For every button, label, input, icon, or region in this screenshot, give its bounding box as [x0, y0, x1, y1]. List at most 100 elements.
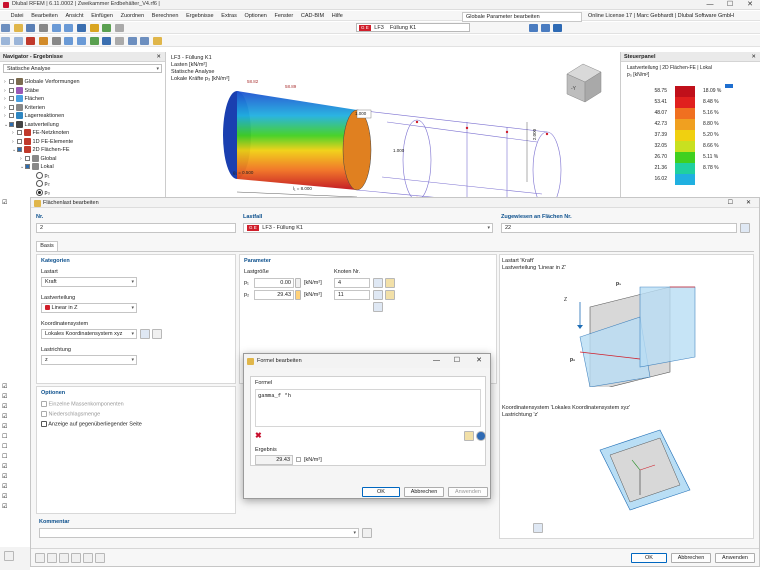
assigned-surfaces-field[interactable]: 22 [501, 223, 737, 233]
close-icon[interactable]: ✕ [751, 52, 756, 62]
option-opposite-side[interactable]: Anzeige auf gegenüberliegender Seite [41, 421, 142, 427]
tree-item-staebe[interactable]: › Stäbe [4, 86, 39, 95]
close-icon[interactable]: ✕ [746, 198, 751, 208]
strip-checkbox[interactable]: ☑ [2, 413, 7, 420]
preview-settings-icon[interactable] [533, 523, 543, 533]
new-coordinate-system-icon[interactable] [140, 329, 150, 339]
menu-extras[interactable]: Extras [218, 11, 240, 21]
tree-item-p3[interactable]: p₃ [36, 188, 50, 197]
save-icon[interactable] [26, 24, 36, 32]
node1-info-icon[interactable] [385, 278, 395, 288]
load-distribution-select[interactable]: Linear in Z ▾ [41, 303, 137, 313]
close-window-button[interactable]: ✕ [740, 0, 760, 10]
strip-checkbox[interactable]: ☑ [2, 393, 7, 400]
pick-node1-icon[interactable] [373, 278, 383, 288]
cancel-button[interactable]: Abbrechen [671, 553, 711, 563]
load-direction-select[interactable]: z ▾ [41, 355, 137, 365]
maximize-icon[interactable]: ☐ [454, 354, 460, 368]
model-viewport[interactable]: LF3 - Füllung K1 Lasten [kN/m²] Statisch… [167, 52, 619, 197]
node2-info-icon[interactable] [385, 290, 395, 300]
p2-input[interactable]: 29.43 [254, 290, 294, 300]
menu-fenster[interactable]: Fenster [272, 11, 297, 21]
tree-item-p2[interactable]: p₂ [36, 180, 50, 188]
calculate-icon[interactable] [77, 24, 87, 32]
strip-checkbox[interactable]: ☐ [2, 433, 7, 440]
menu-bearbeiten[interactable]: Bearbeiten [28, 11, 61, 21]
model-check-icon[interactable] [102, 24, 112, 32]
maximize-button[interactable]: ☐ [720, 0, 740, 10]
rotate-icon[interactable] [115, 37, 125, 45]
formula-p2-icon[interactable] [295, 290, 301, 300]
display-icon[interactable] [529, 24, 538, 32]
apply-button[interactable]: Anwenden [715, 553, 755, 563]
minimize-icon[interactable]: — [433, 354, 440, 368]
search-icon[interactable] [35, 553, 45, 563]
insert-variable-icon[interactable] [464, 431, 474, 441]
filter-icon[interactable] [39, 37, 49, 45]
tree-item-fe-netzknoten[interactable]: › FE-Netzknoten [12, 129, 69, 137]
loadcase-combo[interactable]: G E LF3 Füllung K1 [356, 23, 470, 32]
close-icon[interactable]: ✕ [156, 52, 161, 62]
open-file-icon[interactable] [13, 24, 23, 32]
load-icon[interactable] [26, 37, 36, 45]
units-icon[interactable] [47, 553, 57, 563]
maximize-icon[interactable]: ☐ [728, 198, 733, 208]
strip-checkbox[interactable]: ☑ [2, 493, 7, 500]
redo-icon[interactable] [64, 24, 74, 32]
render-icon[interactable] [541, 24, 550, 32]
status-icon[interactable] [4, 551, 14, 561]
front-view-icon[interactable] [140, 37, 150, 45]
menu-zuordnen[interactable]: Zuordnen [118, 11, 148, 21]
strip-checkbox[interactable]: ☑ [2, 199, 7, 206]
analysis-combo[interactable]: Statische Analyse ▾ [3, 64, 162, 73]
strip-checkbox[interactable]: ☑ [2, 383, 7, 390]
select-icon[interactable] [1, 37, 10, 45]
tree-item-flaechen[interactable]: › Flächen [4, 95, 44, 103]
edit-coordinate-system-icon[interactable] [152, 329, 162, 339]
grid-icon[interactable] [77, 37, 87, 45]
iso-view-icon[interactable] [127, 37, 137, 45]
loadcase-select[interactable]: G E LF3 - Füllung K1 ▾ [243, 223, 493, 233]
comment-field[interactable]: ▾ [39, 528, 359, 538]
tree-item-lokal[interactable]: ⌄ Lokal [20, 163, 54, 171]
ok-button[interactable]: OK [631, 553, 667, 563]
tree-item-p1[interactable]: p₁ [36, 171, 49, 180]
strip-checkbox[interactable]: ☑ [2, 473, 7, 480]
strip-checkbox[interactable]: ☑ [2, 403, 7, 410]
formula-p1-icon[interactable] [295, 278, 301, 288]
formula-ok-button[interactable]: OK [362, 487, 400, 497]
copy-icon[interactable] [71, 553, 81, 563]
coordinate-system-select[interactable]: Lokales Koordinatensystem xyz ▾ [41, 329, 137, 339]
tree-item-kriterien[interactable]: › Kriterien [4, 103, 45, 112]
new-file-icon[interactable] [1, 24, 10, 32]
view-mode-icon[interactable] [553, 24, 562, 32]
pick-node2-icon[interactable] [373, 290, 383, 300]
move-icon[interactable] [13, 37, 23, 45]
info-icon[interactable] [476, 431, 486, 441]
node2-input[interactable]: 11 [334, 290, 370, 300]
section-icon[interactable] [64, 37, 74, 45]
snap-icon[interactable] [89, 37, 99, 45]
option-precipitation[interactable]: Niederschlagsmenge [41, 411, 100, 417]
paste-icon[interactable] [83, 553, 93, 563]
strip-checkbox[interactable]: ☑ [2, 483, 7, 490]
measure-icon[interactable] [51, 37, 61, 45]
color-icon[interactable] [153, 37, 163, 45]
tree-item-1d-fe-elemente[interactable]: › 1D FE-Elemente [12, 137, 73, 146]
strip-checkbox[interactable]: ☐ [2, 453, 7, 460]
formula-apply-button[interactable]: Anwenden [448, 487, 488, 497]
menu-cad-bim[interactable]: CAD-BIM [298, 11, 327, 21]
comment-edit-icon[interactable] [362, 528, 372, 538]
tree-item-global[interactable]: › Global [20, 154, 56, 163]
number-field[interactable]: 2 [36, 223, 236, 233]
menu-datei[interactable]: Datei [8, 11, 27, 21]
p1-input[interactable]: 0.00 [254, 278, 294, 288]
zoom-icon[interactable] [102, 37, 112, 45]
formula-editor[interactable]: gamma_f *h [255, 389, 481, 427]
menu-hilfe[interactable]: Hilfe [329, 11, 346, 21]
strip-checkbox[interactable]: ☐ [2, 443, 7, 450]
load-type-select[interactable]: Kraft ▾ [41, 277, 137, 287]
menu-ansicht[interactable]: Ansicht [62, 11, 86, 21]
menu-ergebnisse[interactable]: Ergebnisse [183, 11, 217, 21]
strip-checkbox[interactable]: ☑ [2, 423, 7, 430]
